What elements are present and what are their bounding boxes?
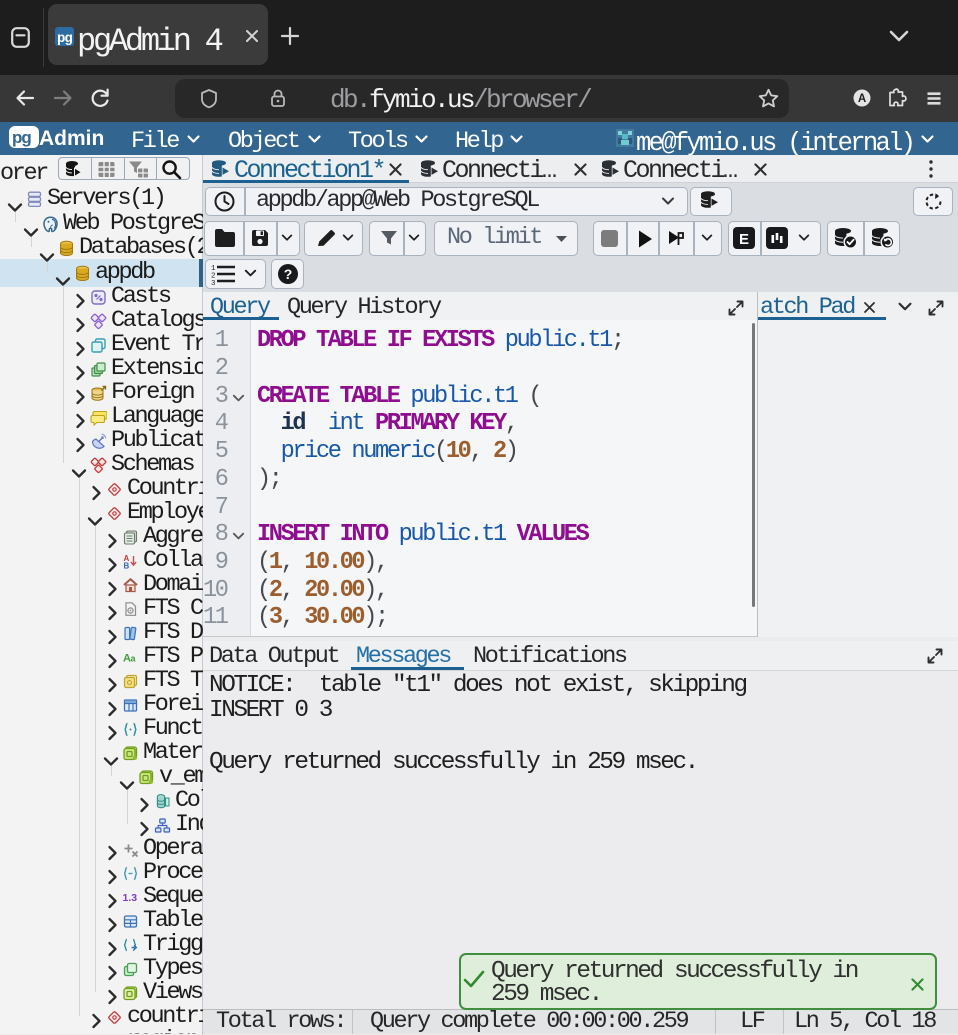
svg-text:a: a (131, 653, 137, 663)
svg-text:B: B (124, 561, 130, 570)
svg-text:A: A (858, 93, 866, 105)
svg-text:?: ? (284, 266, 293, 282)
svg-text:1.3: 1.3 (123, 892, 138, 904)
svg-text:3: 3 (211, 280, 216, 285)
